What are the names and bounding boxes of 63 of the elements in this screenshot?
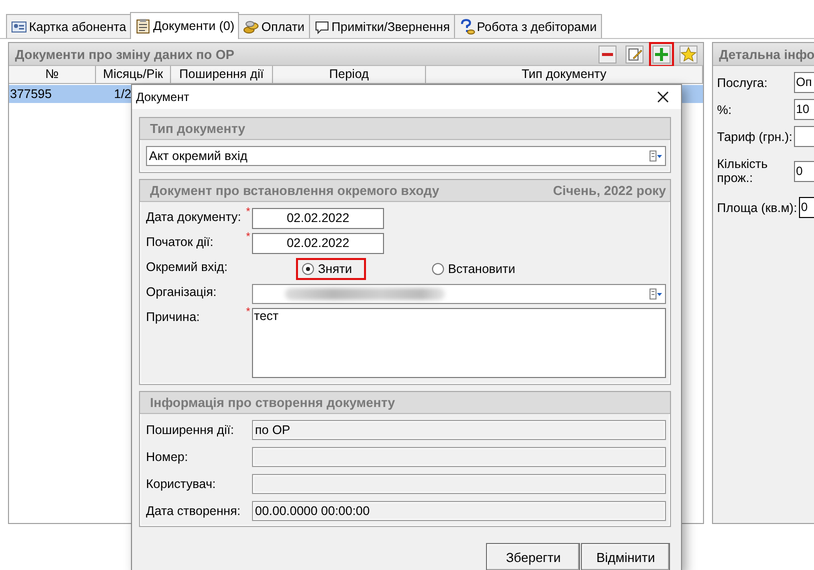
date-field[interactable]: 02.02.2022 [252, 233, 384, 254]
table-cell: 1/2 [113, 87, 132, 101]
input-field[interactable]: 0 [794, 160, 814, 182]
star-icon [679, 44, 698, 64]
input-field[interactable]: Оп [794, 72, 814, 93]
dropdown-field[interactable] [252, 284, 666, 304]
field-label: %: [717, 102, 733, 116]
required-mark: * [246, 208, 252, 216]
panel-title: Документи про зміну даних по ОР [15, 46, 234, 62]
text-area[interactable]: тест [252, 308, 666, 378]
plus-icon [652, 44, 671, 64]
dialog-button[interactable]: Зберегти [486, 543, 580, 570]
field-label: Кількість прож.: [717, 157, 769, 185]
period-label: Січень, 2022 року [553, 183, 666, 198]
field-label: Поширення дії: [146, 422, 235, 436]
tab[interactable]: Документи (0) [130, 12, 240, 39]
coins-icon [243, 18, 260, 34]
field-label: Тариф (грн.): [717, 130, 794, 144]
close-icon [657, 91, 669, 103]
field-label: Дата створення: [146, 504, 242, 518]
table-cell: 377595 [9, 87, 52, 101]
required-mark: * [246, 308, 252, 316]
column-header[interactable]: Місяць/Рік [96, 66, 171, 83]
field-label: Користувач: [146, 476, 217, 490]
clipboard-icon [135, 18, 152, 34]
column-header[interactable]: Тип документу [426, 66, 703, 83]
tab[interactable]: Оплати [238, 14, 310, 38]
tab[interactable]: Картка абонента [6, 14, 132, 38]
tab[interactable]: Примітки/Звернення [308, 14, 455, 38]
input-field[interactable]: 10 [794, 99, 814, 120]
dropdown-icon [649, 288, 663, 300]
readonly-field: 00.00.0000 00:00:00 [252, 500, 666, 520]
input-field[interactable]: 0 [799, 197, 814, 218]
field-label: Послуга: [717, 76, 768, 90]
pencil-document-icon [625, 44, 644, 64]
required-mark: * [246, 233, 252, 241]
question-coins-icon [458, 18, 475, 34]
column-header[interactable]: № [9, 66, 96, 83]
field-label: Окремий вхід: [146, 259, 229, 274]
field-label: Дата документу: [146, 209, 242, 224]
dropdown-icon [649, 150, 663, 162]
id-card-icon [11, 18, 27, 34]
field-label: Організація: [146, 284, 218, 299]
dropdown-field[interactable]: Акт окремий вхід [146, 146, 666, 166]
section-title: Інформація про створення документу [150, 395, 396, 410]
readonly-field: по ОР [252, 420, 666, 440]
tab[interactable]: Робота з дебіторами [454, 14, 602, 38]
column-header[interactable]: Період [273, 66, 426, 83]
dialog-button[interactable]: Відмінити [581, 543, 670, 570]
section-title: Документ про встановлення окремого входу [150, 183, 440, 198]
radio-option[interactable]: Зняти [296, 258, 366, 280]
field-label: Початок дії: [146, 234, 214, 249]
date-field[interactable]: 02.02.2022 [252, 208, 384, 229]
field-label: Площа (кв.м): [717, 200, 798, 214]
field-label: Причина: [146, 309, 201, 324]
speech-bubble-icon [314, 18, 330, 34]
dialog-title: Документ [136, 90, 190, 104]
section-title: Тип документу [150, 121, 246, 136]
column-header[interactable]: Поширення дії [171, 66, 273, 83]
panel-title: Детальна інфо [719, 46, 814, 62]
minus-icon [598, 44, 617, 64]
radio-option[interactable]: Встановити [426, 258, 530, 280]
field-label: Номер: [146, 450, 189, 464]
